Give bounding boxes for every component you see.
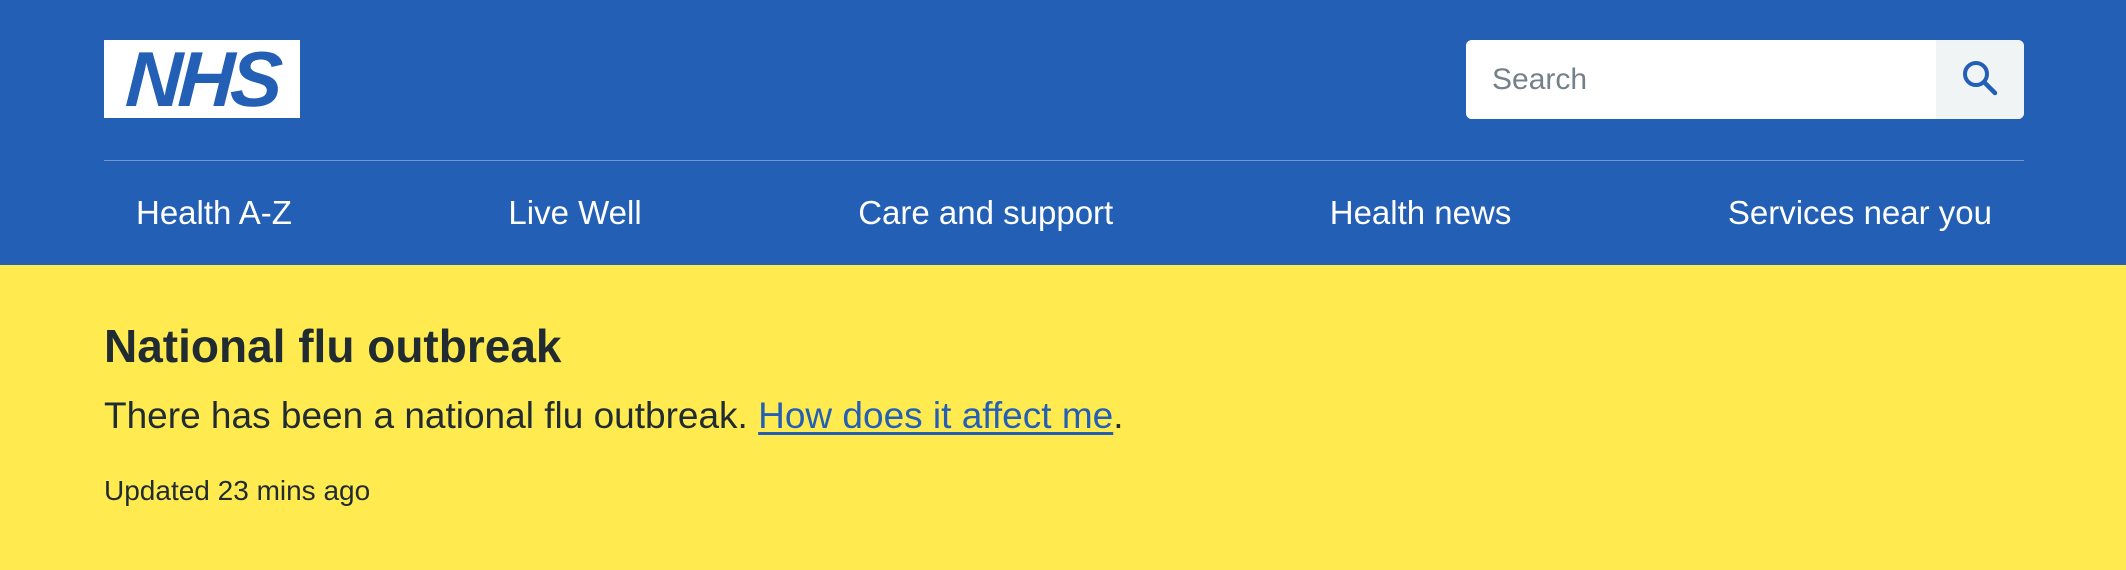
- alert-message: There has been a national flu outbreak. …: [104, 395, 1124, 437]
- search-input[interactable]: [1466, 40, 1936, 119]
- site-header: NHS Health A-Z Live Well Care and suppor…: [0, 0, 2126, 265]
- search-form: [1466, 40, 2024, 119]
- primary-navigation: Health A-Z Live Well Care and support He…: [104, 161, 2024, 265]
- alert-message-text: There has been a national flu outbreak.: [104, 395, 759, 436]
- alert-updated-time: Updated 23 mins ago: [104, 475, 371, 506]
- nav-item-health-a-z[interactable]: Health A-Z: [136, 194, 292, 232]
- nav-item-health-news[interactable]: Health news: [1330, 194, 1512, 232]
- alert-title: National flu outbreak: [104, 320, 562, 372]
- search-button[interactable]: [1936, 40, 2024, 119]
- alert-link[interactable]: How does it affect me: [758, 395, 1113, 436]
- alert-message-end: .: [1113, 395, 1124, 436]
- nhs-logo-text: NHS: [123, 35, 281, 123]
- search-icon: [1960, 58, 2000, 101]
- nav-item-services-near-you[interactable]: Services near you: [1728, 194, 1992, 232]
- nhs-logo[interactable]: NHS: [104, 35, 300, 123]
- alert-banner: National flu outbreak There has been a n…: [0, 265, 2126, 570]
- nav-item-live-well[interactable]: Live Well: [508, 194, 641, 232]
- nav-item-care-and-support[interactable]: Care and support: [858, 194, 1113, 232]
